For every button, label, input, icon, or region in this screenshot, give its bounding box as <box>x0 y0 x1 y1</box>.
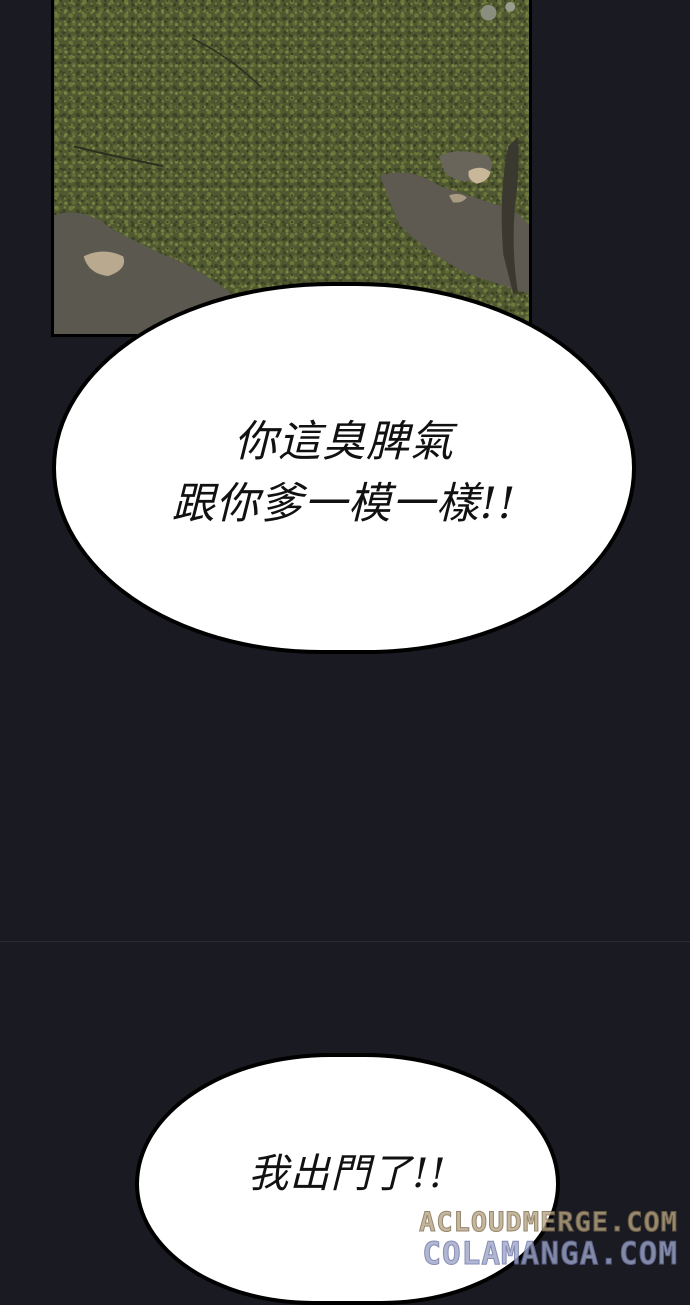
speech-bubble-1: 你這臭脾氣 跟你爹一模一樣!! <box>52 282 636 654</box>
watermark-acloudmerge: ACLOUDMERGE.COM <box>419 1207 678 1239</box>
panel-divider <box>0 941 690 942</box>
watermark-colamanga: COLAMANGA.COM <box>422 1236 678 1273</box>
speech-line: 你這臭脾氣 <box>234 417 454 467</box>
speech-bubble-1-text: 你這臭脾氣 跟你爹一模一樣!! <box>172 411 517 535</box>
speech-line: 跟你爹一模一樣!! <box>171 479 517 529</box>
speech-bubble-2-text: 我出門了!! <box>248 1143 446 1205</box>
speech-line: 我出門了!! <box>248 1151 447 1197</box>
comic-page: 你這臭脾氣 跟你爹一模一樣!! 我出門了!! ACLOUDMERGE.COM C… <box>0 0 690 1305</box>
